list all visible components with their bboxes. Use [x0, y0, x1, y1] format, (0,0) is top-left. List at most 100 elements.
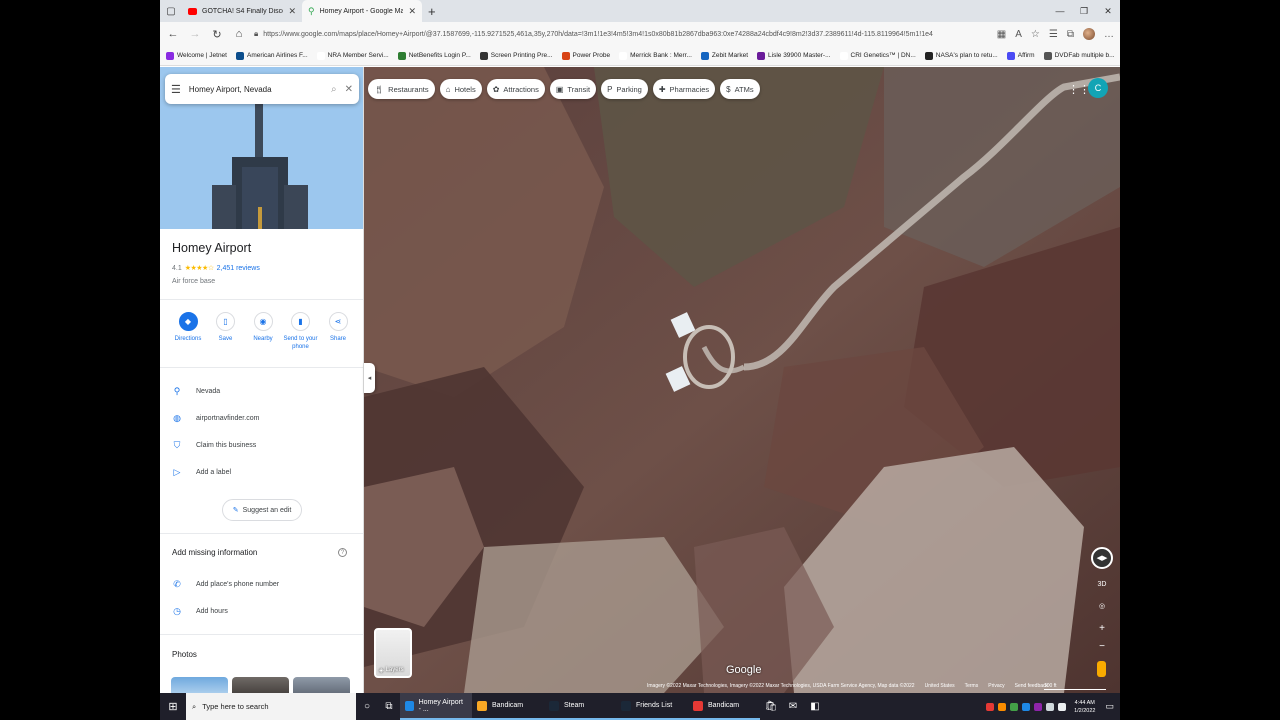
- layers-button[interactable]: ◈ Layers: [374, 628, 412, 678]
- reviews-link[interactable]: 2,451 reviews: [217, 265, 260, 272]
- favorites-icon[interactable]: ☰: [1049, 29, 1058, 40]
- place-category[interactable]: Air force base: [172, 278, 215, 285]
- clock[interactable]: 4:44 AM 1/2/2022: [1074, 699, 1095, 715]
- add-label-row[interactable]: ▷ Add a label: [172, 467, 232, 477]
- tab-google-maps[interactable]: ⚲ Homey Airport - Google Maps ✕: [302, 0, 422, 22]
- restore-button[interactable]: ❐: [1072, 6, 1096, 17]
- bookmark-item[interactable]: Zebit Market: [700, 51, 748, 60]
- chip-atms[interactable]: $ ATMs: [720, 79, 760, 99]
- address-row[interactable]: ⚲ Nevada: [172, 386, 220, 396]
- read-aloud-icon[interactable]: A: [1015, 29, 1022, 40]
- network-icon[interactable]: [1046, 702, 1055, 711]
- taskbar-search[interactable]: ⌕ Type here to search: [186, 693, 356, 720]
- store-icon[interactable]: 🛍︎: [760, 701, 782, 712]
- search-icon[interactable]: ⌕: [331, 84, 337, 95]
- suggest-edit-button[interactable]: ✎ Suggest an edit: [222, 499, 302, 521]
- collections-icon[interactable]: ⧉: [1067, 29, 1074, 40]
- tab-youtube[interactable]: GOTCHA! S4 Finally Discovered ✕: [182, 0, 302, 22]
- bookmark-item[interactable]: Power Probe: [561, 51, 610, 60]
- save-button[interactable]: ▯ Save: [208, 312, 244, 351]
- office-icon[interactable]: ◧: [804, 701, 826, 712]
- refresh-button[interactable]: ↻: [210, 28, 224, 41]
- mail-icon[interactable]: ✉: [782, 701, 804, 712]
- tray-app-icon[interactable]: [998, 702, 1007, 711]
- chip-attractions[interactable]: ✿ Attractions: [486, 79, 545, 99]
- nearby-button[interactable]: ◉ Nearby: [245, 312, 281, 351]
- windows-start-icon[interactable]: ⊞: [160, 700, 186, 713]
- chip-pharmacies[interactable]: ✚ Pharmacies: [652, 79, 716, 99]
- collapse-panel-button[interactable]: ◂: [364, 363, 375, 393]
- tab-actions-icon[interactable]: ▢: [160, 0, 182, 22]
- compass-icon[interactable]: ◀▶: [1091, 547, 1113, 569]
- account-avatar[interactable]: C: [1088, 78, 1108, 98]
- tray-app-icon[interactable]: [1022, 702, 1031, 711]
- task-view-icon[interactable]: ⧉: [378, 701, 400, 712]
- bookmark-item[interactable]: NASA's plan to retu...: [924, 51, 998, 60]
- photo-thumbnail[interactable]: [232, 677, 289, 693]
- bookmark-item[interactable]: NRA Member Servi...: [316, 51, 389, 60]
- forward-button[interactable]: →: [188, 28, 202, 40]
- pegman-icon[interactable]: [1097, 661, 1106, 677]
- tilt-3d-button[interactable]: 3D: [1097, 581, 1107, 588]
- region-link[interactable]: United States: [925, 683, 955, 689]
- more-menu-icon[interactable]: …: [1104, 29, 1114, 40]
- taskbar-app[interactable]: Homey Airport - ...: [400, 693, 472, 720]
- app-available-icon[interactable]: ▦: [997, 29, 1006, 40]
- bookmark-item[interactable]: Welcome | Jetnet: [166, 51, 227, 60]
- add-phone-row[interactable]: ✆ Add place's phone number: [172, 579, 279, 589]
- tray-app-icon[interactable]: [986, 702, 995, 711]
- my-location-icon[interactable]: ◎: [1097, 602, 1107, 610]
- notifications-icon[interactable]: ▭: [1105, 701, 1114, 712]
- privacy-link[interactable]: Privacy: [988, 683, 1004, 689]
- taskbar-app[interactable]: Bandicam: [472, 693, 544, 720]
- photo-thumbnail[interactable]: [293, 677, 350, 693]
- new-tab-button[interactable]: +: [422, 4, 442, 19]
- bookmark-item[interactable]: CRI Genetics™ | DN...: [839, 51, 916, 60]
- tray-app-icon[interactable]: [1010, 702, 1019, 711]
- help-icon[interactable]: ?: [338, 548, 347, 557]
- bookmark-item[interactable]: Lisle 39900 Master-...: [757, 51, 831, 60]
- send-to-phone-button[interactable]: ▮ Send to your phone: [283, 312, 319, 351]
- zoom-out-button[interactable]: −: [1097, 641, 1107, 652]
- chip-parking[interactable]: P Parking: [601, 79, 648, 99]
- close-icon[interactable]: ✕: [408, 6, 416, 17]
- zoom-in-button[interactable]: +: [1097, 623, 1107, 634]
- chip-hotels[interactable]: ⌂ Hotels: [439, 79, 482, 99]
- bookmark-item[interactable]: DVDFab multiple b...: [1043, 51, 1115, 60]
- chip-transit[interactable]: ▣ Transit: [549, 79, 597, 99]
- bookmark-item[interactable]: Screen Printing Pre...: [479, 51, 553, 60]
- hamburger-menu-icon[interactable]: ☰: [171, 83, 181, 96]
- volume-icon[interactable]: [1058, 702, 1067, 711]
- window-close-button[interactable]: ✕: [1096, 6, 1120, 17]
- chip-restaurants[interactable]: 🍴︎ Restaurants: [368, 79, 435, 99]
- share-button[interactable]: ⋖ Share: [320, 312, 356, 351]
- terms-link[interactable]: Terms: [965, 683, 979, 689]
- satellite-map[interactable]: 🍴︎ Restaurants ⌂ Hotels ✿ Attractions ▣ Transit…: [364, 67, 1120, 693]
- favorites-star-icon[interactable]: ☆: [1031, 29, 1040, 40]
- feedback-link[interactable]: Send feedback: [1015, 683, 1048, 689]
- tray-app-icon[interactable]: [1034, 702, 1043, 711]
- bookmark-item[interactable]: Merrick Bank : Merr...: [619, 51, 692, 60]
- maps-search-box[interactable]: ☰ Homey Airport, Nevada ⌕ ✕: [165, 74, 359, 104]
- photo-thumbnail[interactable]: [171, 677, 228, 693]
- taskbar-app[interactable]: Steam: [544, 693, 616, 720]
- taskbar-app[interactable]: Friends List: [616, 693, 688, 720]
- profile-avatar[interactable]: [1083, 28, 1095, 40]
- directions-button[interactable]: ◆ Directions: [170, 312, 206, 351]
- minimize-button[interactable]: —: [1048, 6, 1072, 17]
- url-field[interactable]: 🔒︎ https://www.google.com/maps/place/Hom…: [254, 24, 989, 44]
- back-button[interactable]: ←: [166, 28, 180, 40]
- bookmark-item[interactable]: NetBenefits Login P...: [397, 51, 471, 60]
- search-input[interactable]: Homey Airport, Nevada: [189, 85, 323, 94]
- map-scale[interactable]: 100 ft: [1044, 683, 1106, 690]
- close-icon[interactable]: ✕: [288, 6, 296, 17]
- cortana-icon[interactable]: ○: [356, 701, 378, 712]
- bookmark-item[interactable]: Affirm: [1006, 51, 1035, 60]
- taskbar-app[interactable]: Bandicam: [688, 693, 760, 720]
- bookmark-item[interactable]: American Airlines F...: [235, 51, 308, 60]
- add-hours-row[interactable]: ◷ Add hours: [172, 606, 228, 616]
- home-button[interactable]: ⌂: [232, 28, 246, 40]
- website-row[interactable]: ◍ airportnavfinder.com: [172, 413, 259, 423]
- clear-search-icon[interactable]: ✕: [345, 84, 353, 95]
- claim-business-row[interactable]: ⛉ Claim this business: [172, 440, 257, 450]
